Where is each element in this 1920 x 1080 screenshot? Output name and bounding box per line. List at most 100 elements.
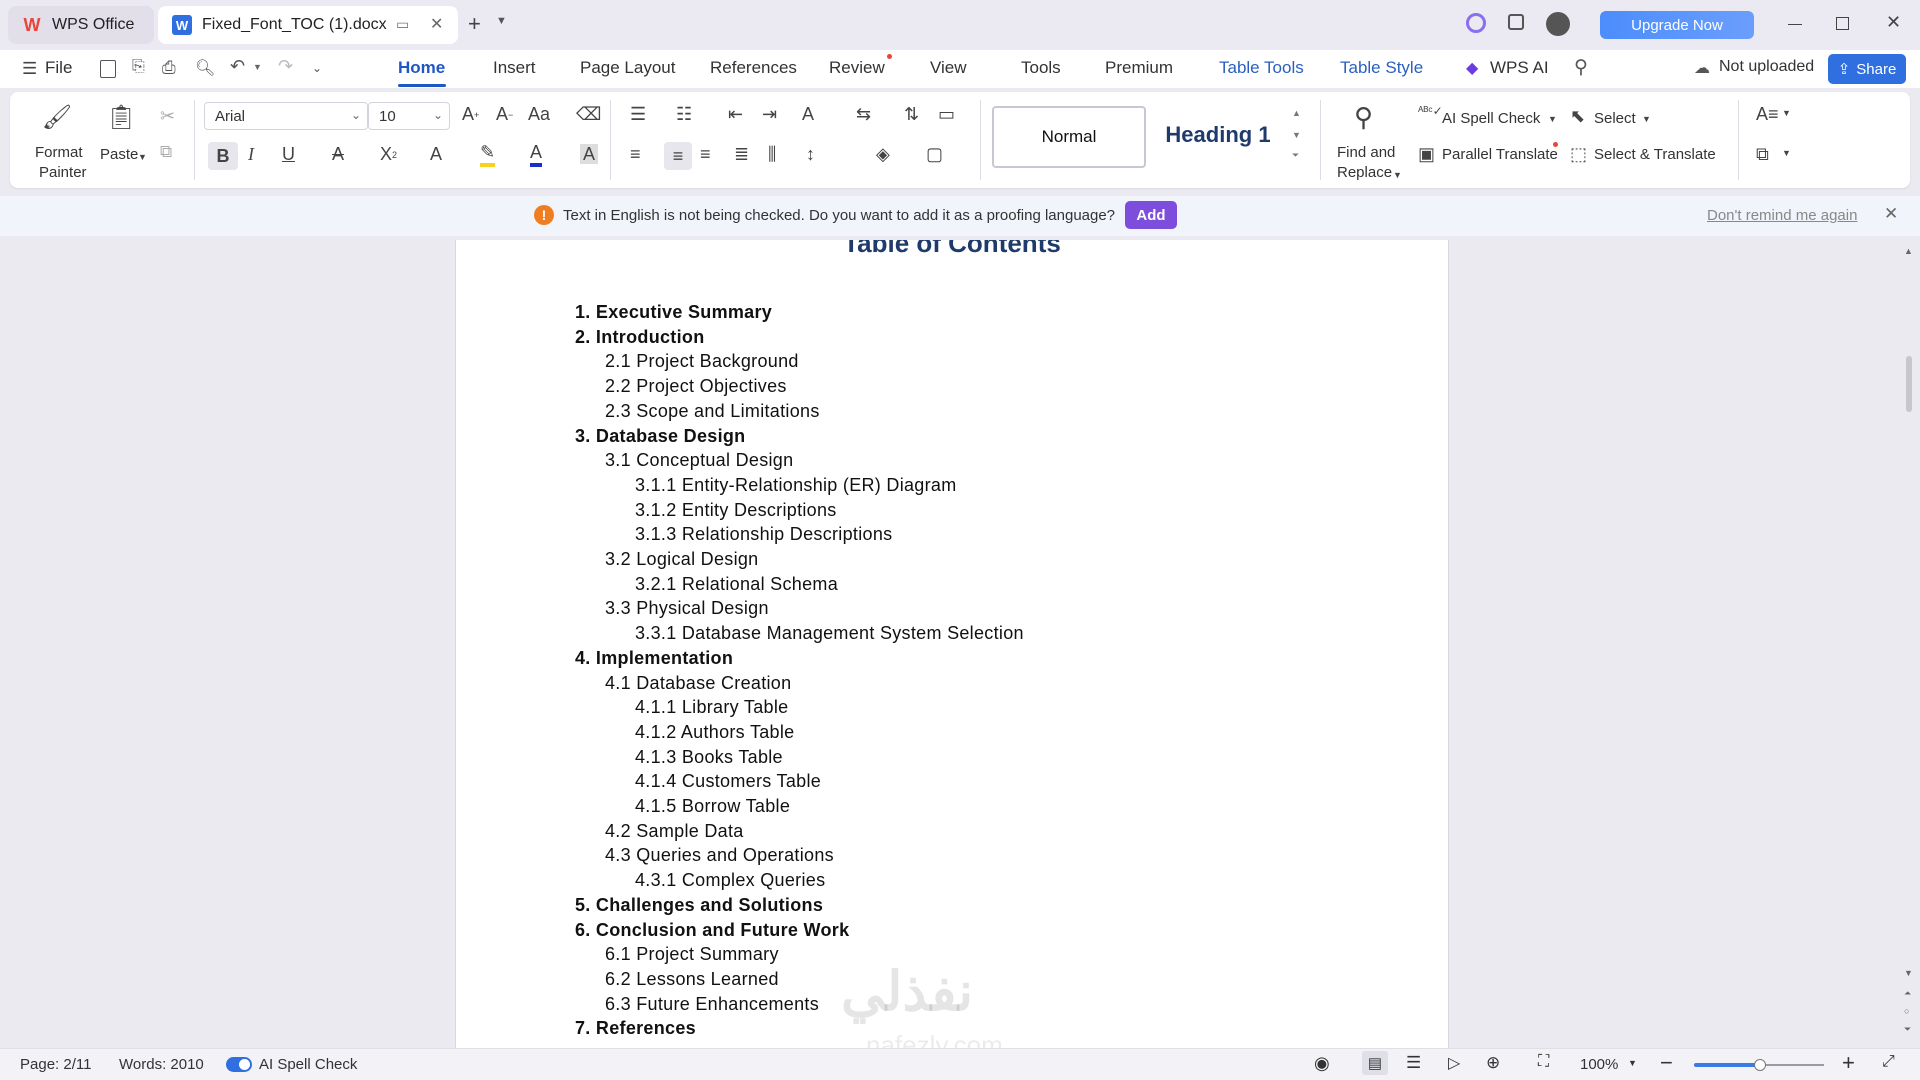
styles-down-icon[interactable]: ▼: [1292, 130, 1301, 140]
close-notification-icon[interactable]: ✕: [1884, 204, 1898, 224]
tab-references[interactable]: References: [710, 58, 797, 78]
text-direction-icon[interactable]: A: [802, 104, 814, 125]
text-transform-icon[interactable]: ⇆: [856, 104, 871, 125]
restore-icon[interactable]: [1836, 17, 1849, 30]
menu-file[interactable]: File: [45, 58, 72, 78]
toc-entry-level-3[interactable]: 3.3.1 Database Management System Selecti…: [635, 623, 1024, 644]
toc-entry-level-3[interactable]: 3.1.1 Entity-Relationship (ER) Diagram: [635, 475, 957, 496]
toc-entry-level-2[interactable]: 2.3 Scope and Limitations: [605, 401, 820, 422]
chevron-down-icon[interactable]: ▼: [1782, 108, 1791, 118]
eye-protection-icon[interactable]: ◉: [1314, 1053, 1330, 1074]
shrink-font-icon[interactable]: A −: [496, 104, 513, 125]
paste-label[interactable]: Paste: [100, 146, 138, 163]
toc-entry-level-1[interactable]: 5. Challenges and Solutions: [575, 895, 823, 916]
bold-icon[interactable]: B: [208, 142, 238, 170]
change-case-icon[interactable]: Aa: [528, 104, 550, 125]
toc-entry-level-2[interactable]: 2.1 Project Background: [605, 351, 799, 372]
increase-indent-icon[interactable]: ⇥: [762, 104, 777, 125]
prev-page-icon[interactable]: ⏶: [1904, 988, 1911, 999]
toc-entry-level-1[interactable]: 3. Database Design: [575, 426, 745, 447]
tab-table-tools[interactable]: Table Tools: [1219, 58, 1304, 78]
toc-entry-level-3[interactable]: 4.1.2 Authors Table: [635, 722, 794, 743]
scroll-up-icon[interactable]: ▲: [1904, 246, 1913, 256]
tab-table-style[interactable]: Table Style: [1340, 58, 1423, 78]
font-color-icon[interactable]: A: [530, 142, 543, 167]
numbering-icon[interactable]: ☷: [676, 104, 692, 125]
align-center-icon[interactable]: ≡: [664, 142, 692, 170]
tab-wps-office[interactable]: W WPS Office: [8, 6, 154, 44]
toc-entry-level-2[interactable]: 6.2 Lessons Learned: [605, 969, 779, 990]
clear-format-icon[interactable]: ⌫: [576, 104, 601, 125]
tab-wps-ai[interactable]: WPS AI: [1490, 58, 1549, 78]
zoom-slider-knob[interactable]: [1754, 1059, 1766, 1071]
toc-entry-level-2[interactable]: 4.1 Database Creation: [605, 673, 791, 694]
distributed-icon[interactable]: ⫼: [768, 144, 776, 165]
decrease-indent-icon[interactable]: ⇤: [728, 104, 743, 125]
page-indicator[interactable]: Page: 2/11: [20, 1056, 91, 1073]
tab-list-chevron-icon[interactable]: ▼: [496, 15, 507, 27]
color-wheel-icon[interactable]: [1466, 13, 1486, 33]
web-view-icon[interactable]: ⊕: [1486, 1053, 1500, 1073]
reading-mode-icon[interactable]: ▷: [1448, 1053, 1460, 1073]
toc-entry-level-3[interactable]: 3.1.2 Entity Descriptions: [635, 500, 837, 521]
pdf-export-icon[interactable]: ⎘: [132, 58, 145, 76]
scroll-down-icon[interactable]: ▼: [1904, 968, 1913, 978]
hamburger-icon[interactable]: ☰: [22, 59, 37, 79]
strikethrough-icon[interactable]: A: [332, 144, 344, 165]
toc-entry-level-1[interactable]: 7. References: [575, 1018, 696, 1039]
toc-entry-level-2[interactable]: 6.3 Future Enhancements: [605, 994, 819, 1015]
find-replace-label-2[interactable]: Replace: [1337, 164, 1392, 181]
find-replace-label[interactable]: Find and: [1337, 144, 1395, 161]
zoom-in-icon[interactable]: +: [1842, 1050, 1855, 1076]
borders-icon[interactable]: ▢: [926, 144, 943, 165]
show-marks-icon[interactable]: ▭: [938, 104, 955, 125]
toc-entry-level-3[interactable]: 4.1.1 Library Table: [635, 697, 788, 718]
ai-spell-check-button[interactable]: AI Spell Check: [1442, 110, 1540, 127]
toc-entry-level-3[interactable]: 4.1.3 Books Table: [635, 747, 783, 768]
format-painter-icon[interactable]: 🖌︎: [42, 104, 72, 131]
search-icon[interactable]: ⚲: [1574, 56, 1588, 79]
zoom-level[interactable]: 100%: [1580, 1056, 1618, 1073]
superscript-icon[interactable]: X2: [380, 144, 397, 165]
tab-close-icon[interactable]: ✕: [430, 14, 443, 34]
style-normal[interactable]: Normal: [992, 106, 1146, 168]
grow-font-icon[interactable]: A +: [462, 104, 479, 125]
new-tab-icon[interactable]: +: [468, 11, 481, 37]
format-painter-label-2[interactable]: Painter: [39, 164, 87, 181]
parallel-translate-button[interactable]: Parallel Translate: [1442, 146, 1558, 163]
next-page-icon[interactable]: ⏷: [1904, 1024, 1911, 1035]
fit-page-icon[interactable]: ⛶: [1538, 1053, 1549, 1071]
word-count[interactable]: Words: 2010: [119, 1056, 204, 1073]
ai-spell-check-toggle[interactable]: [226, 1057, 252, 1072]
toc-entry-level-2[interactable]: 3.2 Logical Design: [605, 549, 759, 570]
toc-entry-level-1[interactable]: 2. Introduction: [575, 327, 705, 348]
select-browse-icon[interactable]: ○: [1904, 1006, 1909, 1016]
toc-entry-level-3[interactable]: 4.3.1 Complex Queries: [635, 870, 825, 891]
line-spacing-icon[interactable]: ↕: [806, 144, 815, 165]
font-name-select[interactable]: Arial ⌄: [204, 102, 368, 130]
toc-entry-level-2[interactable]: 4.2 Sample Data: [605, 821, 744, 842]
page-view-icon[interactable]: ▤: [1362, 1051, 1388, 1075]
paste-icon[interactable]: 📋︎: [106, 104, 136, 131]
save-icon[interactable]: [100, 60, 116, 78]
bullets-icon[interactable]: ☰: [630, 104, 646, 125]
close-window-icon[interactable]: ✕: [1886, 12, 1901, 33]
toc-entry-level-2[interactable]: 6.1 Project Summary: [605, 944, 779, 965]
tab-insert[interactable]: Insert: [493, 58, 536, 78]
tab-screen-icon[interactable]: ▭: [396, 16, 409, 33]
highlight-icon[interactable]: ✎: [480, 142, 496, 167]
find-replace-icon[interactable]: ⚲: [1354, 102, 1373, 133]
toc-entry-level-3[interactable]: 3.1.3 Relationship Descriptions: [635, 524, 892, 545]
toc-entry-level-1[interactable]: 1. Executive Summary: [575, 302, 772, 323]
tab-review[interactable]: Review: [829, 58, 885, 78]
toc-entry-level-2[interactable]: 3.1 Conceptual Design: [605, 450, 793, 471]
undo-chevron-icon[interactable]: ▼: [253, 62, 262, 72]
fullscreen-icon[interactable]: ⤢: [1882, 1053, 1895, 1071]
zoom-out-icon[interactable]: −: [1660, 1050, 1673, 1076]
tab-document[interactable]: W Fixed_Font_TOC (1).docx ▭ ✕: [158, 6, 458, 44]
styles-more-icon[interactable]: ⏷: [1292, 150, 1299, 161]
add-language-button[interactable]: Add: [1125, 201, 1177, 229]
print-icon[interactable]: ⎙: [162, 58, 176, 78]
tab-view[interactable]: View: [930, 58, 967, 78]
align-left-icon[interactable]: ≡: [630, 144, 641, 165]
